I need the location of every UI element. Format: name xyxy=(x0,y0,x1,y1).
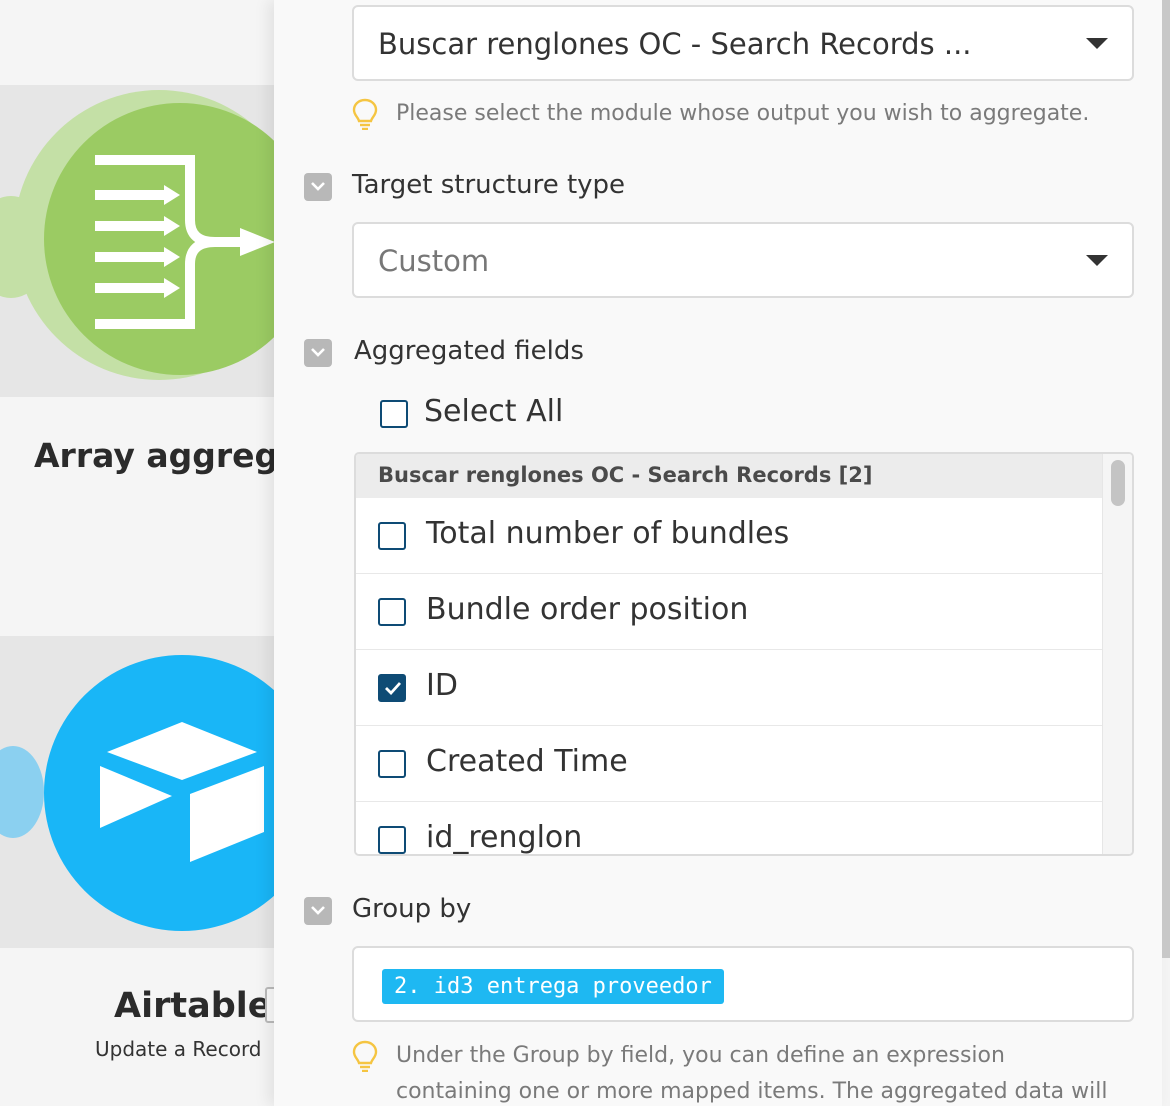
field-checkbox[interactable] xyxy=(378,598,406,626)
lightbulb-icon xyxy=(352,1040,378,1072)
group-by-input[interactable]: 2. id3 entrega proveedor xyxy=(352,946,1134,1022)
field-row-id[interactable]: ID xyxy=(356,650,1102,726)
aggregated-fields-toggle[interactable] xyxy=(304,339,332,367)
field-checkbox[interactable] xyxy=(378,826,406,854)
mapped-item-token[interactable]: 2. id3 entrega proveedor xyxy=(382,969,724,1004)
aggregator-module-title: Array aggrega xyxy=(34,436,274,475)
field-label: ID xyxy=(426,668,458,703)
field-row-total-bundles[interactable]: Total number of bundles xyxy=(356,498,1102,574)
source-module-select[interactable]: Buscar renglones OC - Search Records ... xyxy=(352,5,1134,81)
field-row-created-time[interactable]: Created Time xyxy=(356,726,1102,802)
target-structure-toggle[interactable] xyxy=(304,173,332,201)
source-module-hint: Please select the module whose output yo… xyxy=(352,96,1122,132)
field-checkbox[interactable] xyxy=(378,522,406,550)
airtable-icon xyxy=(100,722,264,862)
field-list-scroll-thumb[interactable] xyxy=(1111,460,1125,506)
chevron-down-icon xyxy=(1086,38,1108,49)
target-structure-select[interactable]: Custom xyxy=(352,222,1134,298)
chevron-down-icon xyxy=(311,182,325,191)
field-row-bundle-position[interactable]: Bundle order position xyxy=(356,574,1102,650)
field-label: id_renglon xyxy=(426,820,583,855)
aggregated-fields-label: Aggregated fields xyxy=(354,336,584,366)
aggregator-settings-panel: Buscar renglones OC - Search Records ...… xyxy=(274,0,1162,1106)
field-label: Created Time xyxy=(426,744,628,779)
aggregated-fields-list: Buscar renglones OC - Search Records [2]… xyxy=(354,452,1134,856)
checkmark-icon xyxy=(385,682,402,695)
airtable-module-title: Airtable xyxy=(114,986,272,1026)
module-id-badge xyxy=(265,987,274,1023)
field-group-header: Buscar renglones OC - Search Records [2] xyxy=(356,454,1102,498)
select-all-label[interactable]: Select All xyxy=(424,394,563,429)
field-row-id-renglon[interactable]: id_renglon xyxy=(356,802,1102,855)
lightbulb-icon xyxy=(352,98,378,130)
scenario-canvas: Array aggrega Airtable Update a Record xyxy=(0,0,274,1106)
airtable-module-subtitle: Update a Record xyxy=(95,1037,262,1061)
field-list-scrollbar[interactable] xyxy=(1102,454,1132,854)
group-by-toggle[interactable] xyxy=(304,897,332,925)
field-checkbox[interactable] xyxy=(378,750,406,778)
chevron-down-icon xyxy=(311,906,325,915)
field-checkbox-checked[interactable] xyxy=(378,674,406,702)
select-all-checkbox[interactable] xyxy=(380,400,408,428)
chevron-down-icon xyxy=(311,348,325,357)
chevron-down-icon xyxy=(1086,255,1108,266)
field-label: Total number of bundles xyxy=(426,516,790,551)
field-label: Bundle order position xyxy=(426,592,749,627)
group-by-hint: Under the Group by field, you can define… xyxy=(352,1038,1122,1106)
target-structure-value: Custom xyxy=(378,244,490,278)
panel-scrollbar[interactable] xyxy=(1162,0,1170,958)
group-by-label: Group by xyxy=(352,894,472,924)
source-module-value: Buscar renglones OC - Search Records ... xyxy=(378,27,972,61)
array-aggregator-icon xyxy=(95,155,274,329)
target-structure-label: Target structure type xyxy=(352,170,626,200)
